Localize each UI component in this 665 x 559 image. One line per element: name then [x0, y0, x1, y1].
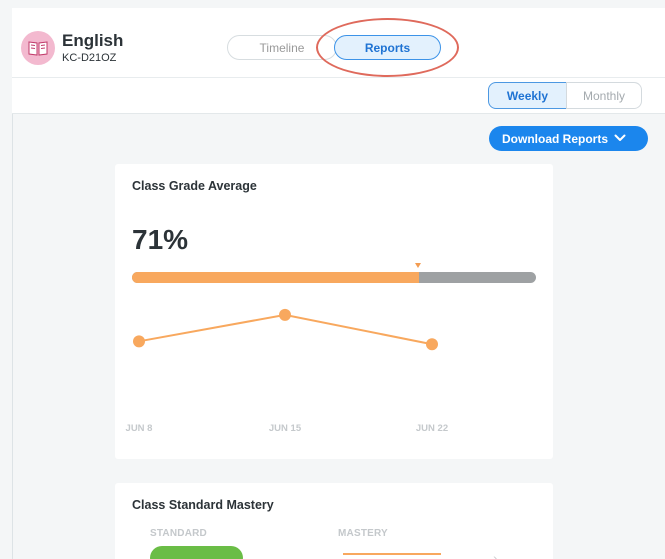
grade-trend-chart: JUN 8 JUN 15 JUN 22	[126, 308, 448, 434]
x-tick-label: JUN 8	[126, 423, 153, 434]
standard-column-header: STANDARD	[150, 528, 207, 539]
grade-card-title: Class Grade Average	[132, 179, 257, 193]
data-point[interactable]	[426, 338, 438, 351]
standard-badge[interactable]	[150, 546, 243, 559]
download-reports-label: Download Reports	[502, 131, 609, 146]
monthly-toggle[interactable]: Monthly	[566, 82, 642, 109]
data-point[interactable]	[279, 308, 291, 321]
mastery-card-title: Class Standard Mastery	[132, 498, 274, 512]
mastery-column-header: MASTERY	[338, 528, 388, 539]
data-point[interactable]	[133, 335, 145, 348]
chevron-right-icon[interactable]: ›	[493, 550, 498, 559]
weekly-toggle[interactable]: Weekly	[488, 82, 567, 109]
grade-average-value: 71%	[132, 224, 189, 255]
class-title: English	[62, 31, 124, 50]
grade-progress-bar	[132, 272, 536, 283]
progress-marker-icon	[415, 263, 421, 268]
annotation-circle	[316, 18, 459, 77]
book-icon	[21, 31, 55, 65]
download-reports-button[interactable]: Download Reports	[489, 126, 648, 151]
mastery-bar	[343, 553, 441, 555]
grade-progress-fill	[132, 272, 419, 283]
class-code: KC-D21OZ	[62, 52, 117, 64]
x-tick-label: JUN 22	[416, 423, 448, 434]
x-tick-label: JUN 15	[269, 423, 302, 434]
chevron-down-icon	[614, 132, 626, 147]
